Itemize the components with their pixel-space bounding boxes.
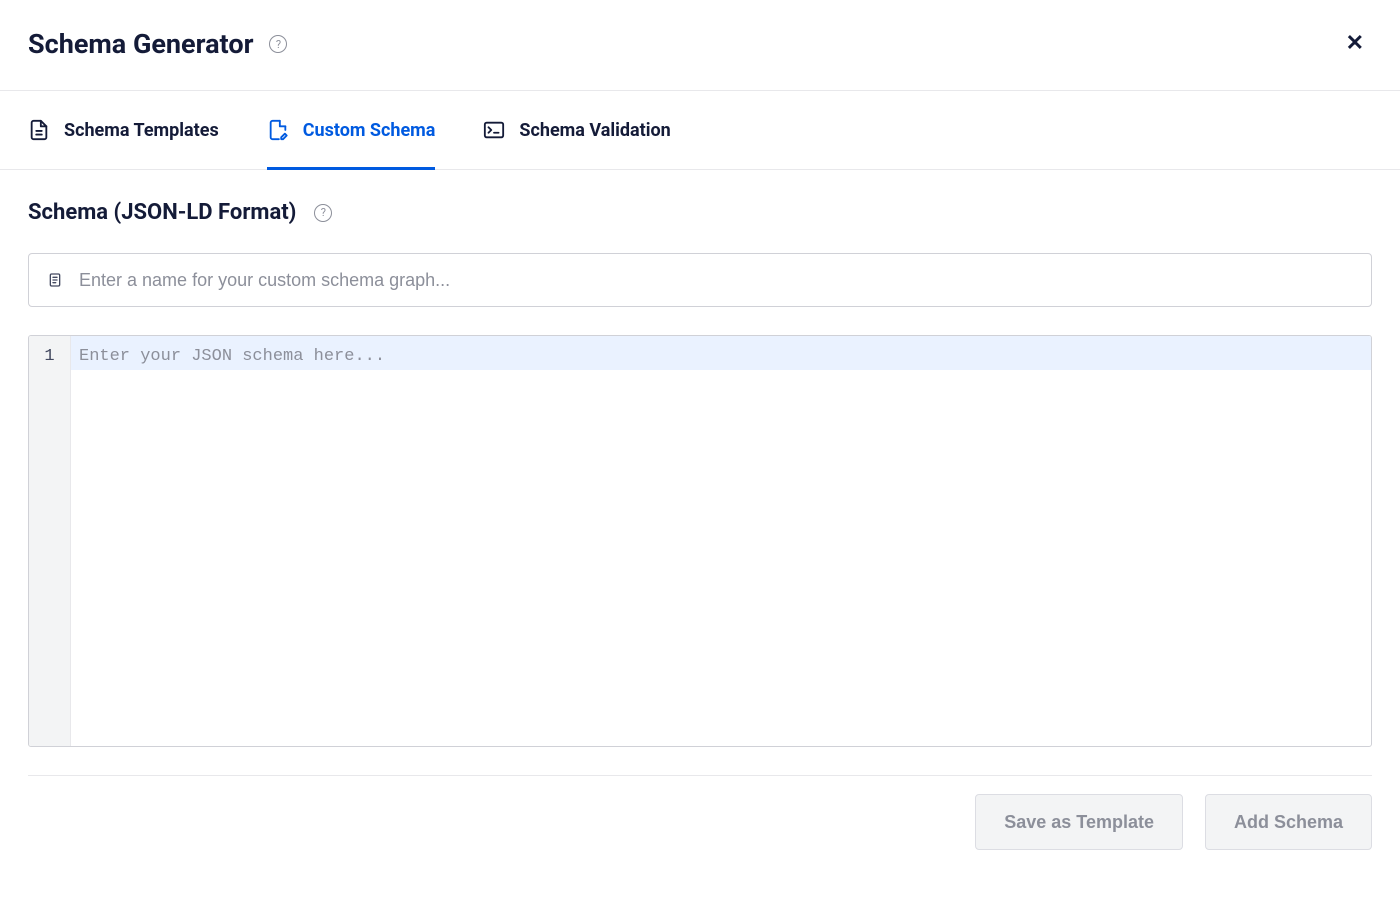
schema-generator-modal: Schema Generator ? ✕ Schema Templates xyxy=(0,0,1400,920)
tab-label: Custom Schema xyxy=(303,120,436,141)
modal-header: Schema Generator ? ✕ xyxy=(0,0,1400,91)
file-icon xyxy=(28,119,50,141)
page-title: Schema Generator xyxy=(28,28,253,60)
section-title-row: Schema (JSON-LD Format) ? xyxy=(28,200,1372,225)
schema-name-input[interactable] xyxy=(79,270,1353,291)
close-icon[interactable]: ✕ xyxy=(1338,29,1372,59)
header-left: Schema Generator ? xyxy=(28,28,287,60)
section-title: Schema (JSON-LD Format) xyxy=(28,200,296,225)
add-schema-button[interactable]: Add Schema xyxy=(1205,794,1372,850)
tabs: Schema Templates Custom Schema xyxy=(0,91,1400,170)
tab-label: Schema Validation xyxy=(519,120,670,141)
editor-gutter: 1 xyxy=(29,336,71,746)
tab-schema-validation[interactable]: Schema Validation xyxy=(483,91,670,170)
editor-code-area[interactable]: Enter your JSON schema here... xyxy=(71,336,1371,746)
schema-name-field-wrap[interactable] xyxy=(28,253,1372,307)
file-edit-icon xyxy=(267,119,289,141)
json-editor: 1 Enter your JSON schema here... xyxy=(28,335,1372,747)
clipboard-icon xyxy=(47,272,63,288)
terminal-icon xyxy=(483,119,505,141)
tab-label: Schema Templates xyxy=(64,120,219,141)
help-icon[interactable]: ? xyxy=(314,204,332,222)
json-schema-textarea[interactable] xyxy=(71,336,1371,746)
modal-body: Schema (JSON-LD Format) ? 1 Enter your J… xyxy=(0,170,1400,920)
tab-custom-schema[interactable]: Custom Schema xyxy=(267,91,436,170)
modal-footer: Save as Template Add Schema xyxy=(28,775,1372,874)
help-icon[interactable]: ? xyxy=(269,35,287,53)
line-number: 1 xyxy=(29,344,70,370)
save-as-template-button[interactable]: Save as Template xyxy=(975,794,1183,850)
tab-schema-templates[interactable]: Schema Templates xyxy=(28,91,219,170)
